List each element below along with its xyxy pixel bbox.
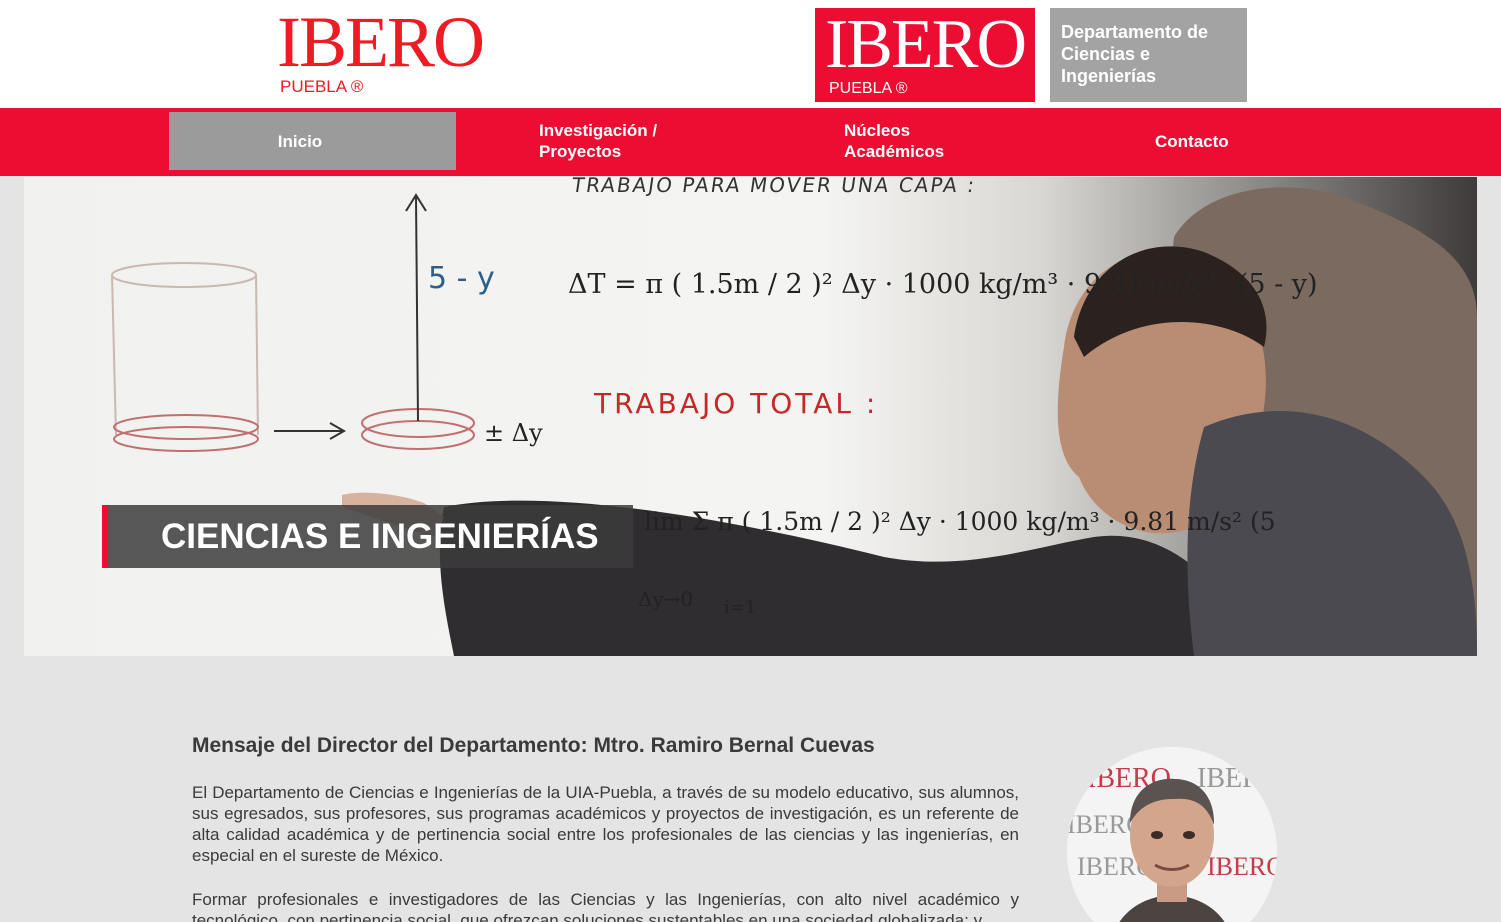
cylinder-sketch	[111, 262, 475, 452]
director-message-title: Mensaje del Director del Departamento: M…	[192, 734, 875, 757]
portrait-backdrop-text: IBERO	[1197, 763, 1277, 794]
department-badge: Departamento de Ciencias e Ingenierías	[1050, 8, 1247, 102]
nav-item-nucleos[interactable]: Núcleos Académicos	[844, 112, 1044, 170]
nav-item-label: Investigación / Proyectos	[539, 121, 658, 161]
logo-subtitle: PUEBLA ®	[829, 80, 908, 97]
board-text-delta: ± Δy	[484, 419, 543, 447]
department-line: Departamento de	[1061, 22, 1209, 42]
nav-item-investigacion[interactable]: Investigación / Proyectos	[539, 112, 739, 170]
hero-caption-text: CIENCIAS E INGENIERÍAS	[161, 517, 599, 556]
director-message-paragraph: Formar profesionales e investigadores de…	[192, 890, 1019, 922]
board-text-index: i=1	[724, 597, 757, 618]
director-message-paragraph: El Departamento de Ciencias e Ingeniería…	[192, 783, 1019, 865]
hero-caption: CIENCIAS E INGENIERÍAS	[102, 505, 633, 568]
ibero-logo-secondary[interactable]: IBERO PUEBLA ®	[815, 8, 1035, 102]
arrow-sketch	[274, 193, 427, 440]
nav-item-label: Núcleos Académicos	[844, 121, 945, 161]
nav-item-inicio[interactable]: Inicio	[169, 112, 456, 170]
board-text-top: TRABAJO PARA MOVER UNA CAPA :	[570, 177, 978, 197]
ibero-logo[interactable]: IBERO PUEBLA ®	[277, 6, 497, 98]
department-line: Ciencias e	[1061, 44, 1151, 64]
board-text-equation: ΔT = π ( 1.5m / 2 )² Δy · 1000 kg/m³ · 9…	[568, 269, 1318, 300]
logo-wordmark: IBERO	[277, 2, 485, 82]
nav-item-label: Contacto	[1155, 131, 1229, 151]
main-nav: Inicio Investigación / Proyectos Núcleos…	[0, 108, 1501, 176]
director-portrait: IBERO IBERO IBERO IBERO IBERO	[1067, 747, 1277, 922]
board-text-limit: Δy→0	[638, 587, 694, 611]
hero-banner-image: TRABAJO PARA MOVER UNA CAPA : 5 - y ΔT =…	[24, 177, 1477, 656]
nav-item-contacto[interactable]: Contacto	[1155, 112, 1305, 170]
logo-subtitle: PUEBLA ®	[280, 77, 364, 96]
board-text-red: TRABAJO TOTAL :	[594, 387, 879, 420]
portrait-backdrop-text: IBERO	[1207, 852, 1277, 881]
nav-item-label: Inicio	[277, 131, 323, 151]
site-header: IBERO PUEBLA ® IBERO PUEBLA ® Departamen…	[0, 0, 1501, 108]
logo-wordmark: IBERO	[825, 6, 1027, 83]
department-line: Ingenierías	[1061, 66, 1157, 86]
board-text-equation: lim Σ π ( 1.5m / 2 )² Δy · 1000 kg/m³ · …	[644, 507, 1276, 536]
board-text-label: 5 - y	[428, 261, 495, 296]
portrait-image: IBERO IBERO IBERO IBERO IBERO	[1067, 747, 1277, 922]
